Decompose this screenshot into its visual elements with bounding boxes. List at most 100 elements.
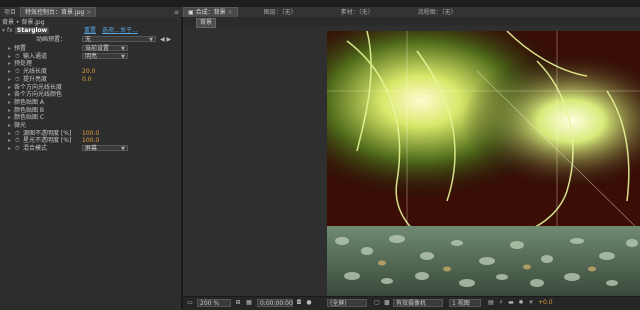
param-row: ▸ 预置 当前设置 ▼	[0, 45, 181, 52]
camera-icon[interactable]: ◘	[295, 299, 303, 307]
param-label: 颜色贴图 B	[14, 106, 45, 114]
grid-icon[interactable]: ▦	[245, 299, 253, 307]
panel-menu-icon[interactable]: ≡	[170, 8, 183, 17]
param-label: 颜色贴图 C	[14, 114, 45, 122]
param-label: 光线长度	[23, 68, 48, 76]
transparency-grid-icon[interactable]: ▩	[383, 299, 391, 307]
param-label: 混合模式	[23, 145, 48, 153]
disclosure-triangle-icon[interactable]: ▸	[8, 84, 11, 91]
fast-previews-icon[interactable]: ⚡	[497, 299, 505, 307]
stopwatch-icon[interactable]: ⏱	[15, 53, 20, 60]
disclosure-triangle-icon[interactable]: ▸	[8, 145, 11, 152]
effect-header: ▾ fx Starglow 重置 选项... 关于...	[0, 27, 181, 34]
param-value[interactable]: 100.0	[82, 137, 99, 144]
param-row: ▸ ⏱ 混合模式 屏幕 ▼	[0, 145, 181, 152]
param-label: 预处理	[14, 60, 33, 68]
resolution-dropdown[interactable]: (全屏)	[327, 299, 367, 307]
chevron-down-icon: ▼	[121, 53, 125, 60]
viewer-bottom-bar: ▭ 200 % ⊞ ▦ 0:00:00:00 ◘ ● (全屏) ▢ ▩ 有效摄像…	[183, 296, 640, 310]
chevron-down-icon: ▼	[149, 37, 153, 43]
tab-project[interactable]: 项目	[0, 8, 20, 17]
param-row: ▸ 颜色贴图 C	[0, 114, 181, 121]
flowchart-icon[interactable]: ✱	[517, 299, 525, 307]
timeline-icon[interactable]: ▬	[507, 299, 515, 307]
effect-link[interactable]: 重置	[84, 27, 96, 34]
effect-name: Starglow	[15, 27, 50, 34]
param-row: ▸ 颜色贴图 A	[0, 99, 181, 106]
stopwatch-icon[interactable]: ⏱	[15, 137, 20, 144]
tab-footage[interactable]: 素材：（无）	[337, 8, 378, 17]
close-icon[interactable]: ×	[86, 9, 91, 16]
lock-icon[interactable]: ▣	[188, 9, 194, 16]
param-row: ▸ 预处理	[0, 60, 181, 67]
param-row: ▸ ⏱ 星光不透明度 [%] 100.0	[0, 137, 181, 144]
disclosure-triangle-icon[interactable]: ▸	[8, 91, 11, 98]
param-label: 微光	[14, 122, 27, 129]
chevron-down-icon: ▼	[121, 146, 125, 153]
param-value[interactable]: 20.0	[82, 68, 95, 75]
param-row: ▸ ⏱ 光线长度 20.0	[0, 68, 181, 75]
effects-controls-label: 特效控制台：背景.jpg	[25, 9, 85, 16]
stopwatch-icon[interactable]: ⏱	[15, 76, 20, 83]
param-row: ▸ 微光	[0, 122, 181, 129]
tab-composition[interactable]: ▣ 合成：背景 ×	[183, 7, 238, 17]
disclosure-triangle-icon[interactable]: ▸	[8, 130, 11, 137]
disclosure-triangle-icon[interactable]: ▸	[8, 107, 11, 114]
effect-link[interactable]: 关于...	[120, 27, 138, 34]
stopwatch-icon[interactable]: ⏱	[15, 145, 20, 152]
param-row: ▸ 各个方向光线长度	[0, 84, 181, 91]
region-of-interest-icon[interactable]: ▢	[373, 299, 381, 307]
disclosure-triangle-icon[interactable]: ▸	[8, 122, 11, 129]
safe-margins-icon[interactable]: ⊞	[234, 299, 242, 307]
zoom-dropdown[interactable]: 200 %	[197, 299, 231, 307]
toggle-pixel-aspect-icon[interactable]: ▤	[487, 299, 495, 307]
disclosure-triangle-icon[interactable]: ▸	[8, 60, 11, 67]
param-label: 星光不透明度 [%]	[23, 137, 72, 145]
param-dropdown[interactable]: 屏幕 ▼	[82, 145, 128, 153]
param-value[interactable]: 0.0	[82, 76, 92, 83]
chevron-down-icon: ▼	[121, 46, 125, 52]
disclosure-triangle-icon[interactable]: ▸	[8, 68, 11, 75]
exposure-icon[interactable]: ☀	[527, 299, 535, 307]
close-icon[interactable]: ×	[228, 9, 233, 16]
param-dropdown[interactable]: 明亮 ▼	[82, 52, 128, 60]
stopwatch-icon[interactable]: ⏱	[15, 68, 20, 75]
param-label: 提升亮度	[23, 75, 48, 83]
disclosure-triangle-icon[interactable]: ▸	[8, 45, 11, 52]
color-channel-icon[interactable]: ●	[305, 299, 313, 307]
param-label: 源图不透明度 [%]	[23, 129, 72, 137]
disclosure-triangle-icon[interactable]: ▸	[8, 137, 11, 144]
disclosure-triangle-icon[interactable]: ▾	[2, 27, 5, 34]
disclosure-triangle-icon[interactable]: ▸	[8, 99, 11, 106]
param-value[interactable]: 100.0	[82, 130, 99, 137]
param-row: ▸ 颜色贴图 B	[0, 107, 181, 114]
animation-preset-row: 动画预置： 无 ▼ ◀ ▶	[0, 36, 181, 43]
animation-preset-dropdown[interactable]: 无 ▼	[82, 36, 156, 43]
left-tab-row: 项目 特效控制台：背景.jpg × ≡	[0, 7, 183, 17]
stopwatch-icon[interactable]: ⏱	[15, 130, 20, 137]
camera-view-dropdown[interactable]: 有效摄像机	[393, 299, 443, 307]
param-row: ▸ ⏱ 输入通道 明亮 ▼	[0, 52, 181, 60]
timecode-display[interactable]: 0:00:00:00	[257, 299, 293, 307]
disclosure-triangle-icon[interactable]: ▸	[8, 76, 11, 83]
comp-name-badge[interactable]: 背景	[196, 18, 217, 28]
tab-layer[interactable]: 图层：（无）	[260, 8, 301, 17]
param-label: 预置	[14, 45, 27, 52]
title-bar	[0, 0, 640, 7]
param-row: ▸ 各个方向光线颜色	[0, 91, 181, 98]
starglow-plant-image	[327, 31, 640, 296]
disclosure-triangle-icon[interactable]: ▸	[8, 53, 11, 60]
preset-nav-arrows[interactable]: ◀ ▶	[160, 36, 171, 43]
views-layout-dropdown[interactable]: 1 视图	[449, 299, 481, 307]
param-label: 颜色贴图 A	[14, 98, 45, 106]
tab-flowchart[interactable]: 流程图：（无）	[414, 8, 461, 17]
param-dropdown[interactable]: 当前设置 ▼	[82, 45, 128, 52]
always-preview-icon[interactable]: ▭	[186, 299, 194, 307]
effects-control-panel: 背景 • 背景.jpg ▾ fx Starglow 重置 选项... 关于... 动…	[0, 17, 182, 309]
fx-toggle[interactable]: fx	[7, 27, 13, 34]
effect-link[interactable]: 选项...	[102, 27, 120, 34]
param-label: 输入通道	[23, 52, 48, 60]
exposure-value[interactable]: +0.0	[538, 299, 553, 307]
disclosure-triangle-icon[interactable]: ▸	[8, 114, 11, 121]
tab-effects-controls[interactable]: 特效控制台：背景.jpg ×	[20, 7, 97, 17]
